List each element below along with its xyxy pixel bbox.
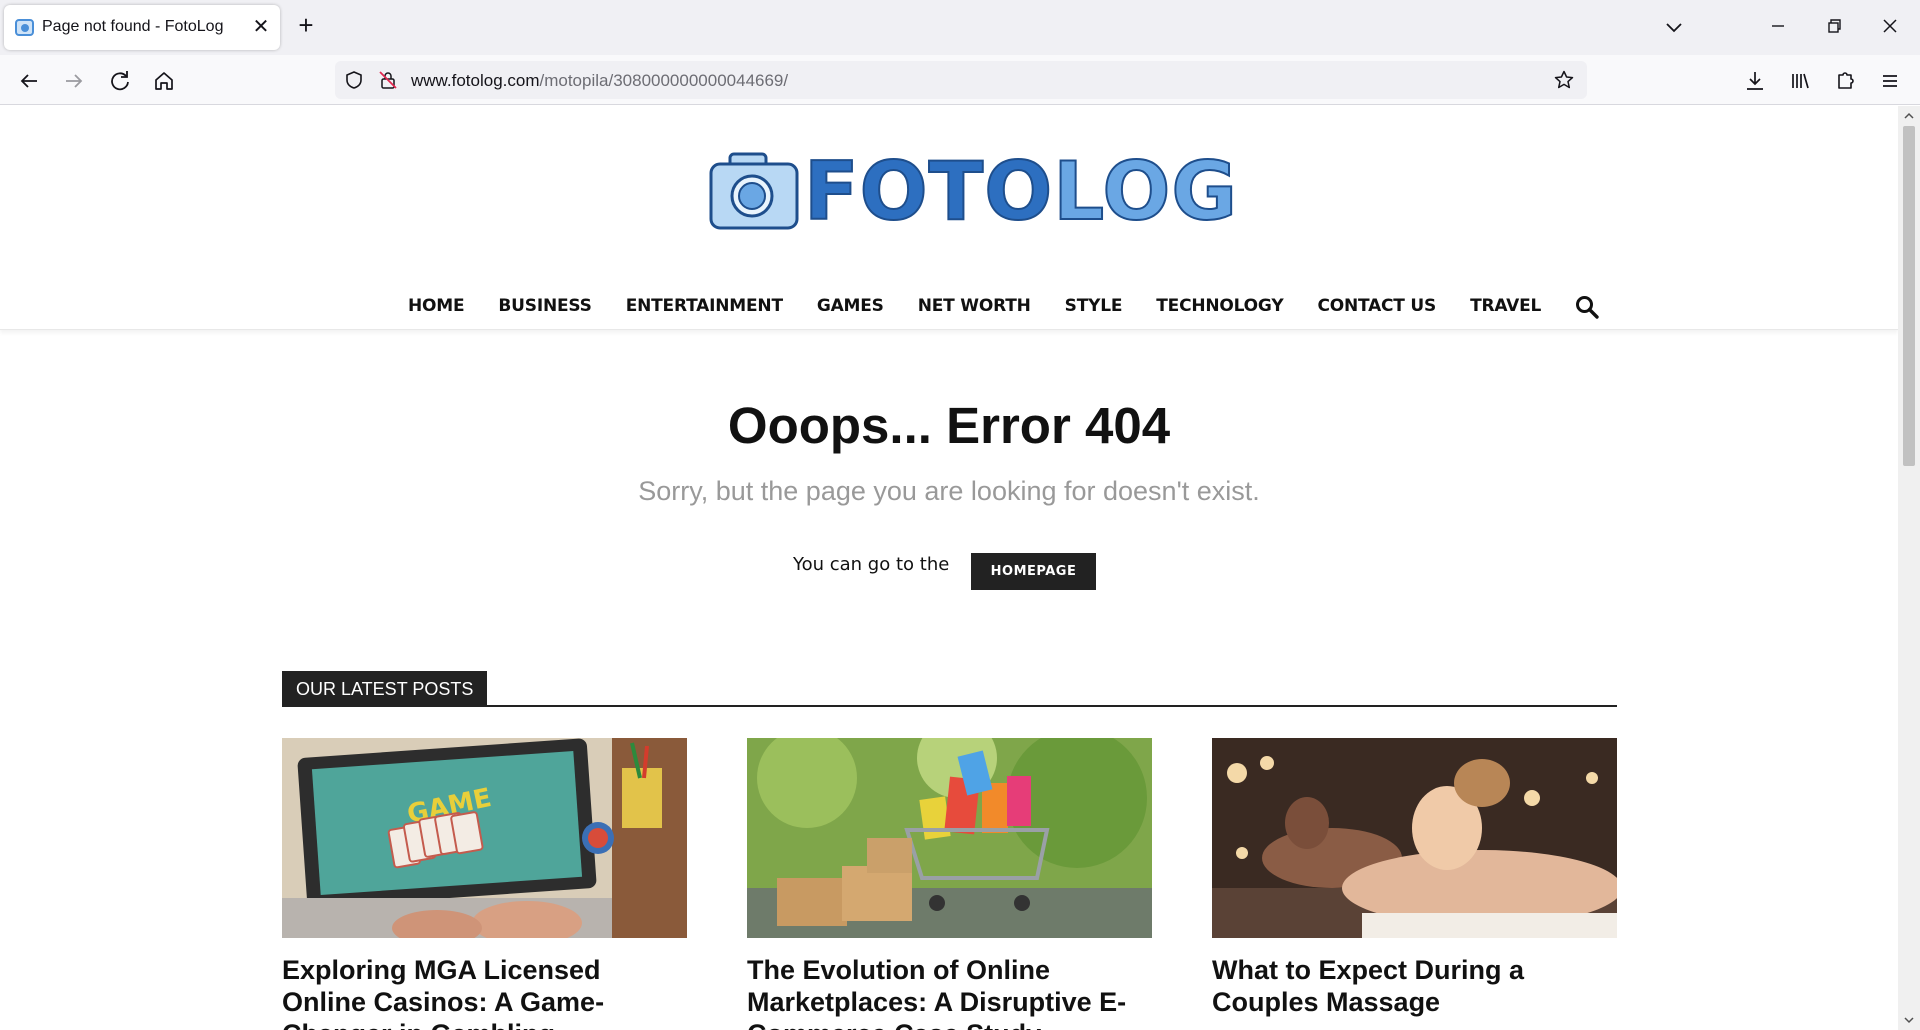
menu-item-business[interactable]: BUSINESS [498, 296, 591, 316]
tab-title: Page not found - FotoLog [42, 18, 224, 35]
extensions-puzzle-icon[interactable] [1830, 66, 1860, 96]
homepage-button[interactable]: HOMEPAGE [971, 553, 1096, 590]
menu-item-home[interactable]: HOME [408, 296, 465, 316]
menu-item-travel[interactable]: TRAVEL [1470, 296, 1541, 316]
latest-posts-title: OUR LATEST POSTS [282, 671, 488, 707]
forward-icon[interactable] [59, 66, 89, 96]
minimize-window-icon[interactable] [1766, 14, 1790, 38]
app-menu-hamburger-icon[interactable] [1875, 66, 1905, 96]
close-window-icon[interactable] [1878, 14, 1902, 38]
new-tab-icon[interactable]: + [292, 12, 320, 40]
tracking-protection-shield-icon[interactable] [343, 69, 365, 91]
main-menu: HOME BUSINESS ENTERTAINMENT GAMES NET WO… [0, 286, 1898, 330]
error-title: Ooops... Error 404 [727, 397, 1171, 454]
library-icon[interactable] [1785, 66, 1815, 96]
camera-logo-icon [709, 152, 799, 230]
search-icon[interactable] [1574, 294, 1600, 320]
post-title[interactable]: Exploring MGA Licensed Online Casinos: A… [282, 954, 687, 1030]
fotolog-favicon-icon [15, 19, 34, 36]
post-thumbnail-casino[interactable]: GAME [282, 738, 687, 938]
post-card[interactable]: What to Expect During a Couples Massage [1212, 738, 1617, 1018]
bookmark-star-icon[interactable] [1553, 69, 1575, 91]
logo-wordmark: FOTOLOG [803, 145, 1239, 238]
scrollbar-thumb[interactable] [1903, 126, 1915, 466]
error-subtitle: Sorry, but the page you are looking for … [638, 476, 1260, 506]
back-icon[interactable] [14, 66, 44, 96]
tab-strip: Page not found - FotoLog ✕ + [0, 0, 1920, 55]
goto-text: You can go to the [793, 554, 950, 575]
home-icon[interactable] [149, 66, 179, 96]
menu-items: HOME BUSINESS ENTERTAINMENT GAMES NET WO… [408, 296, 1575, 316]
shopping-cart-image [747, 738, 1152, 938]
post-thumbnail-marketplace[interactable] [747, 738, 1152, 938]
list-all-tabs-icon[interactable] [1660, 14, 1688, 42]
post-card[interactable]: The Evolution of Online Marketplaces: A … [747, 738, 1152, 1030]
menu-item-style[interactable]: STYLE [1065, 296, 1123, 316]
menu-item-net-worth[interactable]: NET WORTH [918, 296, 1031, 316]
scroll-down-arrow-icon[interactable] [1903, 1014, 1915, 1026]
menu-item-contact-us[interactable]: CONTACT US [1317, 296, 1436, 316]
url-text[interactable]: www.fotolog.com/motopila/308000000000044… [411, 71, 788, 91]
address-bar[interactable]: www.fotolog.com/motopila/308000000000044… [335, 61, 1587, 99]
url-path: /motopila/308000000000044669/ [539, 71, 789, 90]
latest-posts-header: OUR LATEST POSTS [282, 671, 1617, 707]
page-scrollbar[interactable] [1898, 106, 1920, 1030]
scroll-up-arrow-icon[interactable] [1903, 110, 1915, 122]
menu-item-games[interactable]: GAMES [817, 296, 884, 316]
couples-massage-image [1212, 738, 1617, 938]
restore-window-icon[interactable] [1822, 14, 1846, 38]
post-card[interactable]: GAME Exploring MGA Licensed Online Casin… [282, 738, 687, 1030]
post-thumbnail-massage[interactable] [1212, 738, 1617, 938]
url-domain: www.fotolog.com [411, 71, 540, 90]
site-logo[interactable]: FOTOLOG [708, 147, 1238, 237]
logo-text-log: LOG [1052, 145, 1239, 238]
logo-text-foto: FOTO [803, 145, 1054, 238]
browser-tab-active[interactable]: Page not found - FotoLog ✕ [4, 5, 280, 50]
laptop-cards-image: GAME [282, 738, 687, 938]
menu-item-entertainment[interactable]: ENTERTAINMENT [626, 296, 783, 316]
reload-icon[interactable] [105, 66, 135, 96]
post-title[interactable]: The Evolution of Online Marketplaces: A … [747, 954, 1152, 1030]
web-page: FOTOLOG HOME BUSINESS ENTERTAINMENT GAME… [0, 106, 1898, 1030]
navigation-toolbar: www.fotolog.com/motopila/308000000000044… [0, 55, 1920, 105]
insecure-lock-icon[interactable] [377, 69, 399, 91]
tab-close-icon[interactable]: ✕ [248, 14, 274, 40]
downloads-icon[interactable] [1740, 66, 1770, 96]
menu-item-technology[interactable]: TECHNOLOGY [1156, 296, 1283, 316]
post-title[interactable]: What to Expect During a Couples Massage [1212, 954, 1617, 1018]
